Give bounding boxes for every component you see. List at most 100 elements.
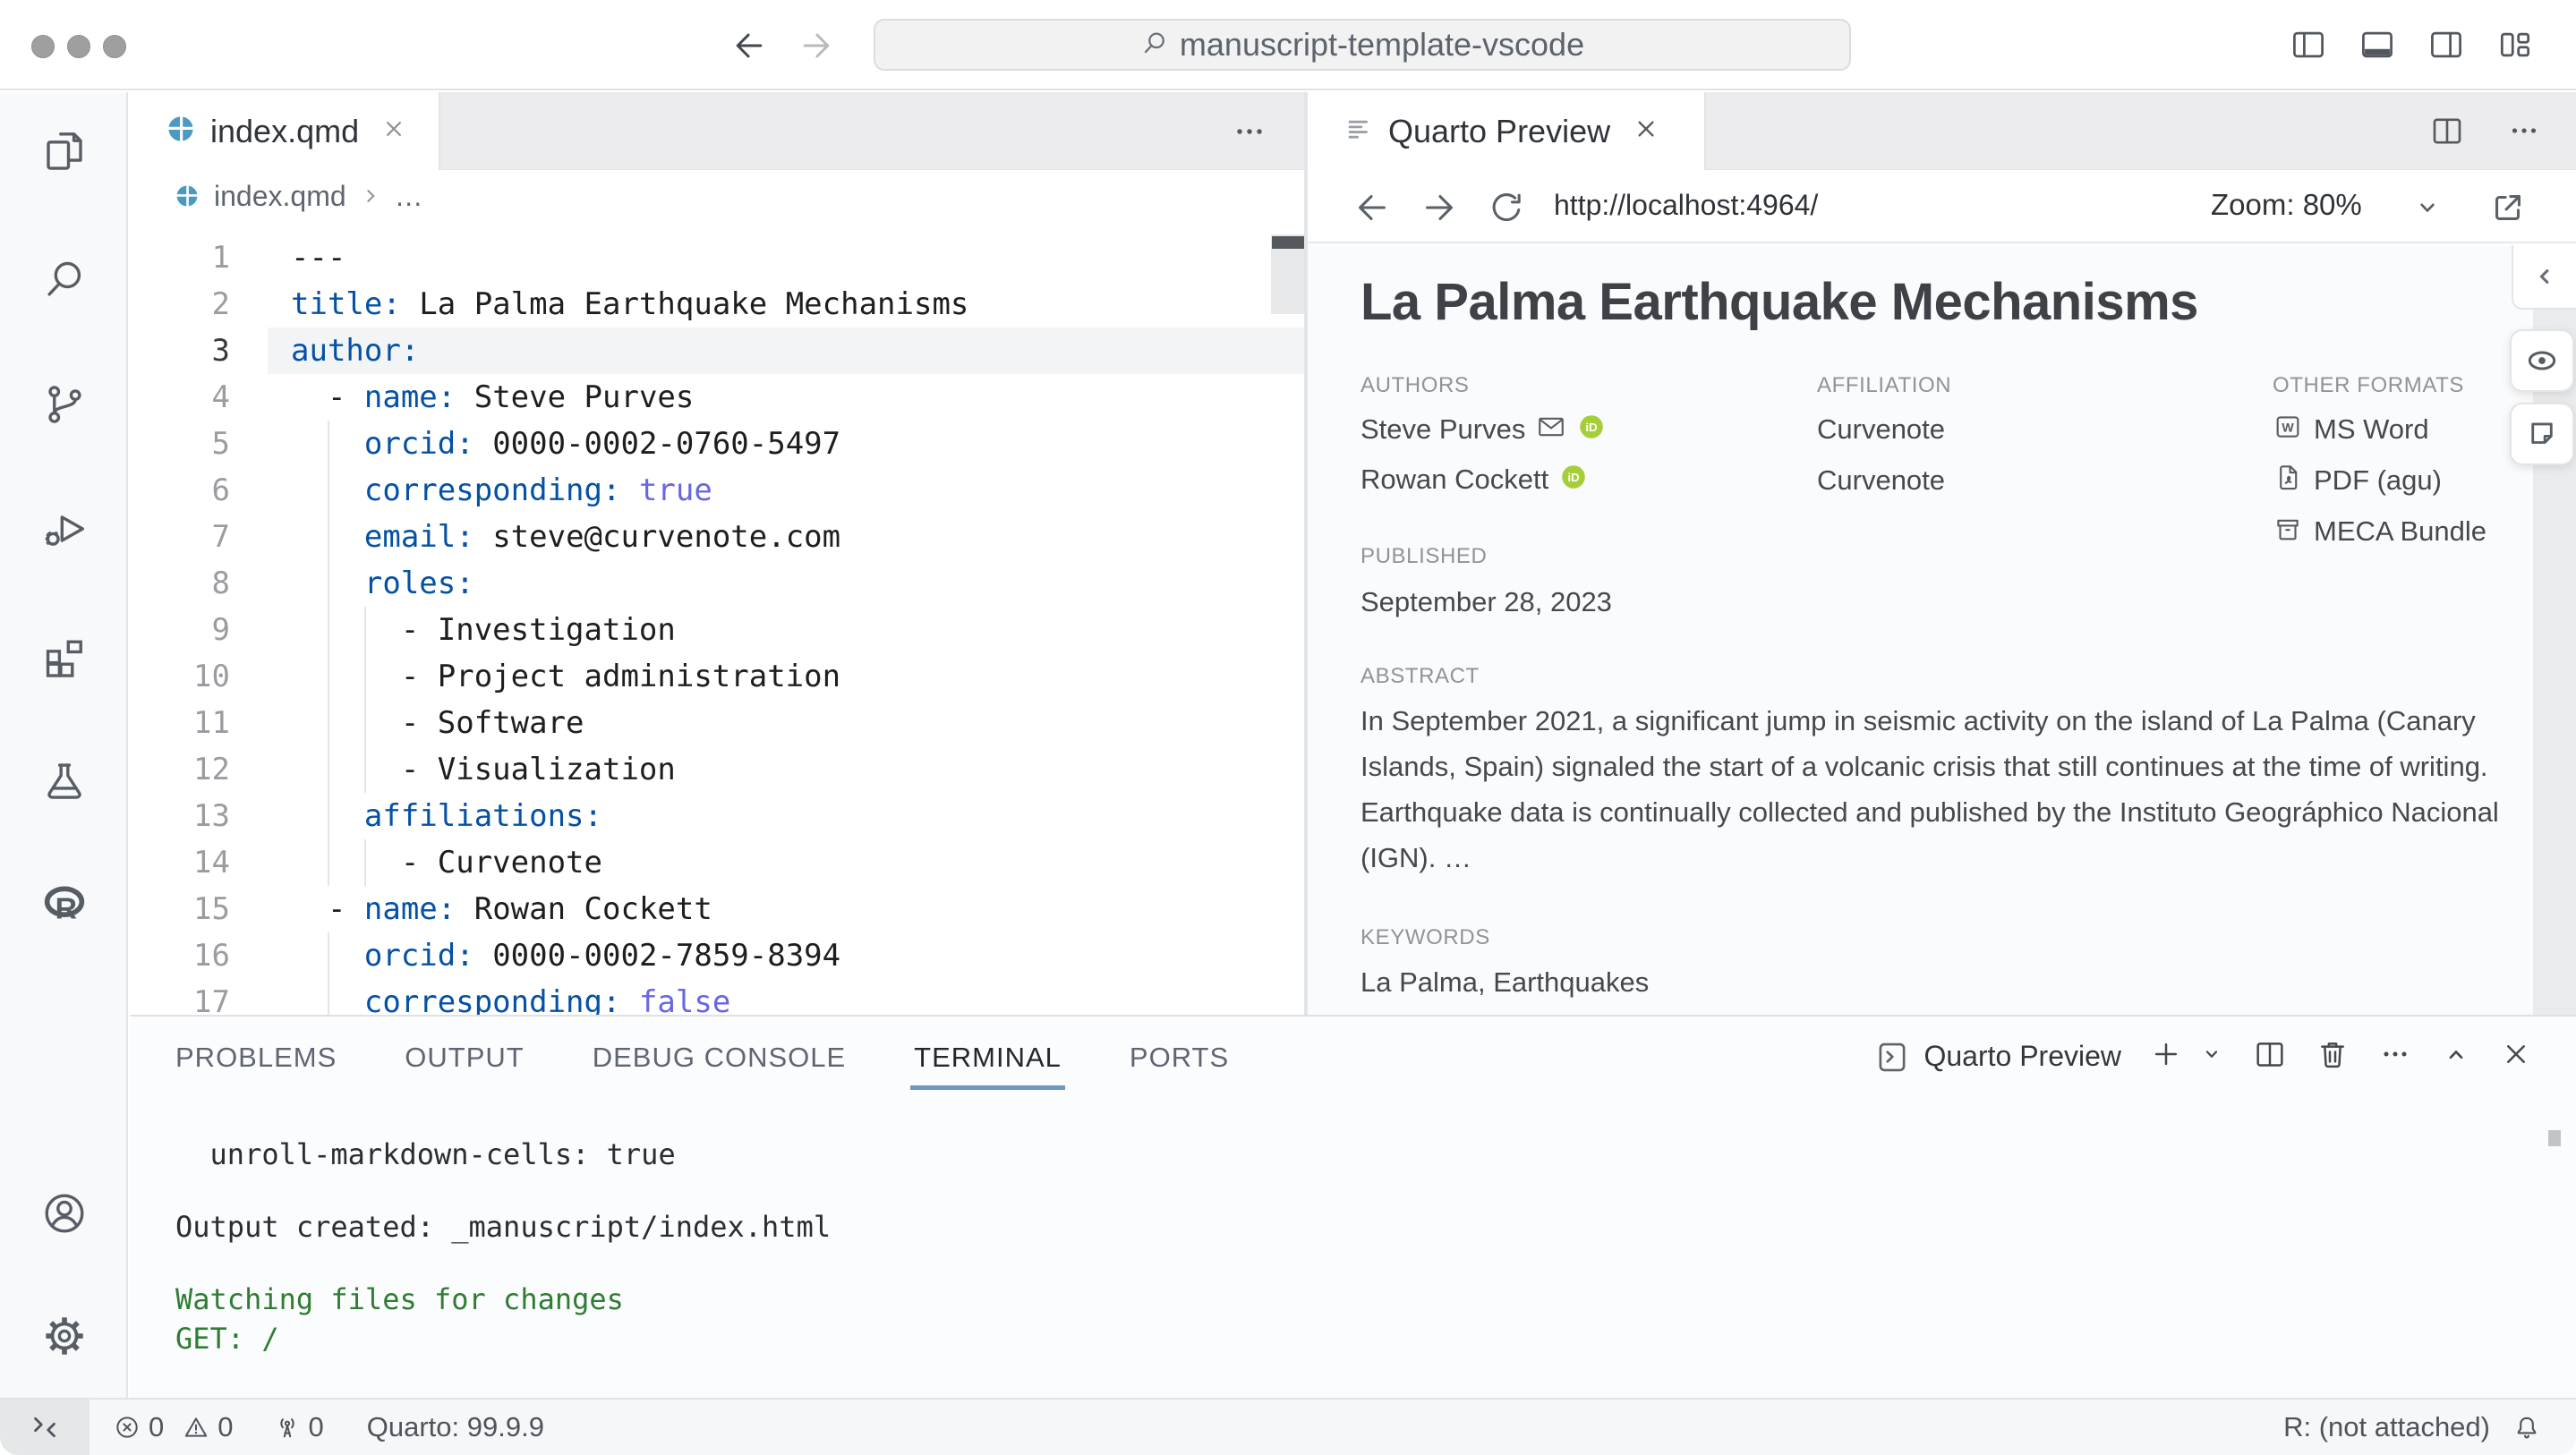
terminal-output[interactable]: unroll-markdown-cells: trueOutput create… [175, 1136, 2503, 1387]
traffic-light-close[interactable] [31, 35, 55, 58]
terminal-line: GET: / [175, 1321, 279, 1357]
preview-url[interactable]: http://localhost:4964/ [1554, 189, 1818, 222]
code-line-8[interactable]: 8 roles: [130, 560, 1306, 607]
code-line-16[interactable]: 16 orcid: 0000-0002-7859-8394 [130, 932, 1306, 979]
source-control-icon[interactable] [40, 380, 89, 429]
msword-icon: W [2273, 412, 2303, 447]
traffic-light-zoom[interactable] [103, 35, 126, 58]
problems-status[interactable]: 0 0 [113, 1411, 234, 1443]
line-number: 3 [130, 328, 230, 374]
editor-scrollbar-thumb[interactable] [1272, 236, 1305, 249]
vscode-window: manuscript-template-vscode [0, 0, 2576, 1455]
code-line-14[interactable]: 14 - Curvenote [130, 839, 1306, 886]
indent-guide [328, 746, 329, 793]
editor-more-actions-icon[interactable] [1230, 112, 1269, 156]
line-number: 2 [130, 281, 230, 328]
tab-quarto-preview[interactable]: Quarto Preview [1308, 92, 1706, 170]
code-line-17[interactable]: 17 corresponding: false [130, 979, 1306, 1015]
reading-mode-button[interactable] [2510, 329, 2574, 392]
settings-gear-icon[interactable] [40, 1312, 89, 1360]
search-view-icon[interactable] [40, 255, 89, 303]
preview-refresh-icon[interactable] [1486, 187, 1527, 233]
format-meca[interactable]: MECA Bundle [2273, 514, 2486, 549]
explorer-icon[interactable] [40, 128, 89, 176]
split-editor-icon[interactable] [2428, 112, 2466, 154]
line-number: 13 [130, 793, 230, 839]
format-pdf[interactable]: PDF (agu) [2273, 463, 2442, 498]
line-number: 11 [130, 700, 230, 746]
orcid-icon[interactable]: iD [1559, 463, 1588, 496]
close-panel-icon[interactable] [2499, 1037, 2533, 1076]
radio-tower-icon [273, 1413, 302, 1442]
panel-tab-terminal[interactable]: TERMINAL [914, 1042, 1062, 1090]
terminal-chip[interactable]: Quarto Preview [1873, 1038, 2121, 1076]
code-line-5[interactable]: 5 orcid: 0000-0002-0760-5497 [130, 421, 1306, 467]
toggle-secondary-sidebar-icon[interactable] [2427, 25, 2466, 69]
ports-status[interactable]: 0 [273, 1411, 324, 1443]
svg-text:iD: iD [1568, 471, 1581, 484]
panel-tab-output[interactable]: OUTPUT [405, 1042, 524, 1090]
format-msword[interactable]: W MS Word [2273, 412, 2429, 447]
code-line-2[interactable]: 2title: La Palma Earthquake Mechanisms [130, 281, 1306, 328]
code-line-11[interactable]: 11 - Software [130, 700, 1306, 746]
code-line-15[interactable]: 15 - name: Rowan Cockett [130, 886, 1306, 932]
warning-count: 0 [218, 1411, 233, 1443]
chevron-right-icon [359, 184, 382, 208]
tab-index-qmd[interactable]: index.qmd [130, 92, 440, 170]
code-line-9[interactable]: 9 - Investigation [130, 607, 1306, 653]
customize-layout-icon[interactable] [2495, 25, 2535, 69]
code-line-7[interactable]: 7 email: steve@curvenote.com [130, 514, 1306, 560]
open-external-icon[interactable] [2487, 187, 2529, 233]
code-line-6[interactable]: 6 corresponding: true [130, 467, 1306, 514]
format-label: PDF (agu) [2314, 464, 2442, 497]
r-status[interactable]: R: (not attached) [2283, 1411, 2490, 1443]
code-line-13[interactable]: 13 affiliations: [130, 793, 1306, 839]
code-line-1[interactable]: 1--- [130, 234, 1306, 281]
chevron-down-icon[interactable] [2410, 191, 2444, 229]
account-icon[interactable] [40, 1189, 89, 1238]
terminal-scrollbar-thumb[interactable] [2548, 1130, 2561, 1146]
traffic-light-minimize[interactable] [67, 35, 90, 58]
maximize-panel-icon[interactable] [2440, 1038, 2472, 1075]
collapse-rail[interactable] [2512, 245, 2576, 310]
kill-terminal-icon[interactable] [2315, 1036, 2350, 1076]
notes-button[interactable] [2510, 403, 2574, 465]
new-terminal-icon[interactable] [2148, 1036, 2184, 1076]
history-forward-button[interactable] [797, 26, 836, 65]
tab-close-icon[interactable] [1632, 115, 1660, 148]
remote-indicator[interactable] [0, 1400, 90, 1455]
breadcrumb-symbol[interactable]: … [395, 180, 423, 213]
breadcrumb-file[interactable]: index.qmd [214, 180, 346, 213]
split-terminal-icon[interactable] [2252, 1036, 2288, 1076]
line-number: 9 [130, 607, 230, 653]
preview-zoom-level[interactable]: Zoom: 80% [2211, 188, 2362, 222]
preview-more-actions-icon[interactable] [2505, 112, 2543, 154]
testing-icon[interactable] [40, 757, 89, 805]
toggle-sidebar-icon[interactable] [2289, 25, 2328, 69]
panel-tab-ports[interactable]: PORTS [1130, 1042, 1229, 1090]
code-line-12[interactable]: 12 - Visualization [130, 746, 1306, 793]
history-back-button[interactable] [729, 26, 769, 65]
warning-icon [182, 1413, 210, 1442]
terminal-dropdown-icon[interactable] [2198, 1041, 2225, 1072]
code-line-3[interactable]: 3author: [130, 328, 1306, 374]
panel-more-actions-icon[interactable] [2377, 1036, 2413, 1076]
command-center-search[interactable]: manuscript-template-vscode [874, 19, 1851, 71]
extensions-icon[interactable] [40, 632, 89, 680]
code-editor[interactable]: 1---2title: La Palma Earthquake Mechanis… [130, 234, 1306, 1015]
orcid-icon[interactable]: iD [1577, 413, 1606, 446]
quarto-version[interactable]: Quarto: 99.9.9 [367, 1411, 544, 1443]
run-debug-icon[interactable] [40, 505, 89, 553]
toggle-panel-icon[interactable] [2358, 25, 2397, 69]
email-icon[interactable] [1536, 412, 1566, 447]
code-line-10[interactable]: 10 - Project administration [130, 653, 1306, 700]
tab-close-icon[interactable] [380, 115, 407, 147]
code-line-4[interactable]: 4 - name: Steve Purves [130, 374, 1306, 421]
preview-forward-icon[interactable] [1419, 187, 1460, 233]
panel-tab-problems[interactable]: PROBLEMS [175, 1042, 337, 1090]
preview-back-icon[interactable] [1352, 187, 1393, 233]
notifications-bell[interactable] [2503, 1412, 2551, 1442]
breadcrumb[interactable]: index.qmd … [130, 171, 1304, 221]
panel-tab-debug-console[interactable]: DEBUG CONSOLE [593, 1042, 846, 1090]
r-extension-icon[interactable]: R [40, 880, 89, 928]
